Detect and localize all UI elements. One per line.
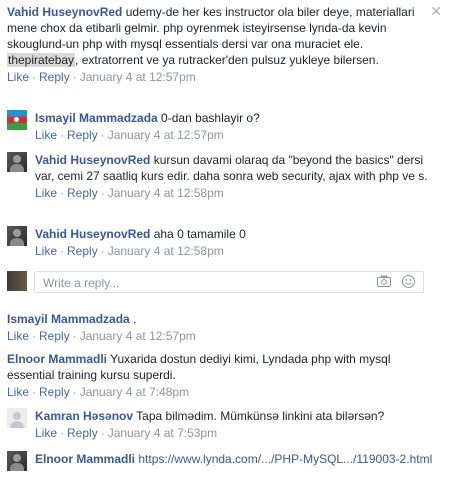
comment-actions: Like · Reply · January 4 at 12:58pm: [35, 186, 224, 200]
comment-item: Elnoor Mammadli Yuxarida dostun dediyi k…: [7, 351, 450, 400]
comment-actions: Like · Reply · January 4 at 12:57pm: [35, 128, 224, 142]
comment-timestamp[interactable]: January 4 at 7:53pm: [108, 426, 217, 440]
reply-item: Kamran Həsənov Tapa bilmədim. Mümkünsə l…: [7, 408, 450, 441]
comment-actions: Like · Reply · January 4 at 12:57pm: [7, 329, 196, 343]
avatar[interactable]: [7, 408, 27, 428]
current-user-avatar: [7, 271, 27, 291]
reply-link[interactable]: Reply: [39, 329, 70, 343]
like-link[interactable]: Like: [35, 426, 57, 440]
like-link[interactable]: Like: [35, 128, 57, 142]
avatar[interactable]: [7, 451, 27, 471]
like-link[interactable]: Like: [7, 385, 29, 399]
like-link[interactable]: Like: [7, 329, 29, 343]
comment-text-end: , extratorrent ve ya rutracker'den pulsu…: [75, 53, 379, 67]
reply-item: Vahid HuseynovRed kursun davami olaraq d…: [7, 152, 450, 201]
comment-author[interactable]: Vahid HuseynovRed: [35, 153, 150, 167]
highlighted-text: thepiratebay: [7, 53, 76, 67]
comment-author[interactable]: Elnoor Mammadli: [35, 452, 135, 466]
reply-composer[interactable]: [34, 271, 424, 293]
comment-author[interactable]: Ismayil Mammadzada: [7, 312, 130, 326]
camera-icon[interactable]: [377, 275, 391, 290]
reply-item: Vahid HuseynovRed aha 0 tamamile 0 Like ·…: [7, 226, 450, 259]
reply-link[interactable]: Reply: [67, 128, 98, 142]
comment-author[interactable]: Ismayil Mammadzada: [35, 111, 158, 125]
comment-text: aha 0 tamamile 0: [150, 227, 246, 241]
comment-actions: Like · Reply · January 4 at 12:58pm: [35, 244, 224, 258]
like-link[interactable]: Like: [7, 70, 29, 84]
comment-timestamp[interactable]: January 4 at 12:58pm: [108, 186, 224, 200]
comment-timestamp[interactable]: January 4 at 12:57pm: [80, 70, 196, 84]
reply-item: Elnoor Mammadli https://www.lynda.com/..…: [7, 451, 450, 471]
reply-link[interactable]: Reply: [67, 426, 98, 440]
comment-author[interactable]: Vahid HuseynovRed: [7, 5, 122, 19]
like-link[interactable]: Like: [35, 186, 57, 200]
comment-actions: Like · Reply · January 4 at 12:57pm: [7, 70, 196, 84]
reply-item: Ismayil Mammadzada 0-dan bashlayir o? Li…: [7, 110, 450, 143]
comment-timestamp[interactable]: January 4 at 12:58pm: [108, 244, 224, 258]
comment-text: .: [129, 312, 137, 326]
comment-text: 0-dan bashlayir o?: [157, 111, 260, 125]
avatar[interactable]: [7, 110, 27, 130]
reply-link[interactable]: Reply: [67, 244, 98, 258]
comment-link[interactable]: https://www.lynda.com/.../PHP-MySQL.../1…: [135, 452, 432, 466]
avatar[interactable]: [7, 152, 27, 172]
comment-timestamp[interactable]: January 4 at 12:57pm: [80, 329, 196, 343]
reply-link[interactable]: Reply: [39, 70, 70, 84]
reply-input[interactable]: [41, 274, 365, 292]
avatar[interactable]: [7, 226, 27, 246]
reply-link[interactable]: Reply: [39, 385, 70, 399]
comment-item: Vahid HuseynovRed udemy-de her kes instr…: [7, 4, 450, 85]
reply-link[interactable]: Reply: [67, 186, 98, 200]
comment-actions: Like · Reply · January 4 at 7:48pm: [7, 385, 190, 399]
comment-timestamp[interactable]: January 4 at 7:48pm: [80, 385, 189, 399]
comment-timestamp[interactable]: January 4 at 12:57pm: [108, 128, 224, 142]
comment-actions: Like · Reply · January 4 at 7:53pm: [35, 426, 218, 440]
comment-text: Tapa bilmədim. Mümkünsə linkini ata bilə…: [133, 409, 385, 423]
like-link[interactable]: Like: [35, 244, 57, 258]
comment-author[interactable]: Vahid HuseynovRed: [35, 227, 150, 241]
emoji-icon[interactable]: [402, 275, 415, 291]
comment-author[interactable]: Elnoor Mammadli: [7, 352, 107, 366]
comment-item: Ismayil Mammadzada . Like · Reply · January …: [7, 311, 450, 344]
comment-author[interactable]: Kamran Həsənov: [35, 409, 133, 423]
